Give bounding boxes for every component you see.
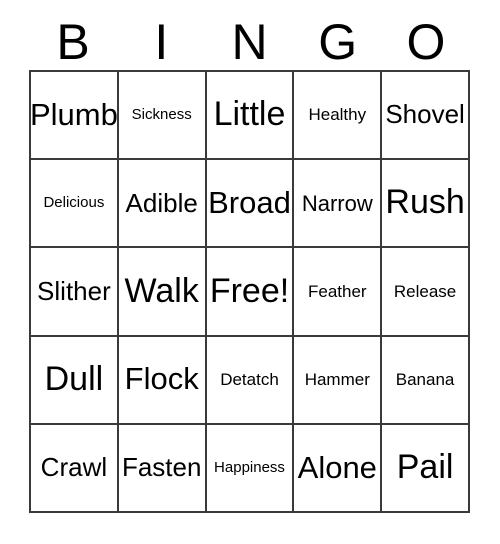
bingo-cell[interactable]: Banana — [382, 336, 470, 425]
header-letter-o: O — [406, 14, 446, 70]
bingo-cell-label: Banana — [395, 369, 455, 389]
bingo-cell-label: Slither — [37, 275, 111, 306]
bingo-cell[interactable]: Dull — [31, 336, 119, 425]
bingo-cell[interactable]: Healthy — [294, 72, 383, 161]
header-letter-b: B — [56, 14, 90, 70]
bingo-cell-label: Shovel — [385, 99, 465, 130]
bingo-cell[interactable]: Plumb — [31, 72, 119, 161]
bingo-cell-label: Detatch — [220, 369, 279, 389]
bingo-cell-label: Hammer — [304, 369, 370, 389]
bingo-cell[interactable]: Shovel — [382, 72, 470, 161]
bingo-cell[interactable]: Feather — [294, 248, 383, 337]
bingo-cell-label: Adible — [125, 187, 198, 218]
bingo-cell-label: Alone — [297, 449, 377, 485]
bingo-cell-label: Rush — [385, 183, 465, 222]
bingo-cell-label: Happiness — [214, 459, 285, 477]
bingo-cell[interactable]: Walk — [118, 248, 207, 337]
bingo-cell[interactable]: Rush — [382, 160, 470, 249]
bingo-cell-free-space[interactable]: Free! — [206, 248, 295, 337]
bingo-cell-label: Delicious — [43, 194, 105, 212]
header-letter-g: G — [318, 14, 358, 70]
bingo-cell[interactable]: Broad — [206, 160, 295, 249]
header-letter-i: I — [154, 14, 169, 70]
bingo-cell-label: Free! — [209, 271, 290, 310]
bingo-cell-label: Broad — [208, 185, 291, 221]
bingo-cell-label: Pail — [396, 448, 454, 487]
header-letter-n: N — [231, 14, 268, 70]
bingo-cell[interactable]: Flock — [118, 336, 207, 425]
bingo-cell[interactable]: Crawl — [31, 424, 119, 514]
bingo-cell[interactable]: Alone — [294, 424, 383, 514]
bingo-cell-label: Plumb — [31, 96, 118, 132]
bingo-row: Slither Walk Free! Feather Release — [31, 248, 470, 337]
bingo-cell-label: Crawl — [40, 452, 108, 483]
bingo-row: Dull Flock Detatch Hammer Banana — [31, 336, 470, 425]
bingo-cell-label: Fasten — [121, 452, 202, 483]
bingo-grid: Plumb Sickness Little Healthy Shovel Del… — [29, 70, 470, 514]
bingo-card: B I N G O Plumb Sickness Little Healthy … — [0, 0, 500, 544]
bingo-cell[interactable]: Delicious — [31, 160, 119, 249]
bingo-cell-label: Flock — [124, 361, 199, 397]
bingo-cell-label: Feather — [307, 281, 367, 301]
bingo-cell[interactable]: Slither — [31, 248, 119, 337]
bingo-cell-label: Healthy — [308, 105, 367, 125]
bingo-cell[interactable]: Adible — [118, 160, 207, 249]
bingo-cell-label: Walk — [124, 271, 199, 310]
bingo-cell[interactable]: Happiness — [206, 424, 295, 514]
bingo-cell-label: Dull — [44, 359, 104, 398]
bingo-cell[interactable]: Hammer — [294, 336, 383, 425]
bingo-cell[interactable]: Pail — [382, 424, 470, 514]
bingo-cell[interactable]: Narrow — [294, 160, 383, 249]
bingo-cell-label: Sickness — [131, 106, 192, 124]
bingo-cell[interactable]: Fasten — [118, 424, 207, 514]
bingo-cell[interactable]: Detatch — [206, 336, 295, 425]
bingo-cell[interactable]: Little — [206, 72, 295, 161]
bingo-cell-label: Little — [213, 95, 286, 134]
bingo-cell[interactable]: Release — [382, 248, 470, 337]
bingo-header: B I N G O — [29, 14, 470, 70]
bingo-row: Plumb Sickness Little Healthy Shovel — [31, 72, 470, 161]
bingo-cell[interactable]: Sickness — [118, 72, 207, 161]
bingo-cell-label: Release — [393, 281, 457, 301]
bingo-row: Crawl Fasten Happiness Alone Pail — [31, 424, 470, 514]
bingo-cell-label: Narrow — [301, 190, 373, 216]
bingo-row: Delicious Adible Broad Narrow Rush — [31, 160, 470, 249]
